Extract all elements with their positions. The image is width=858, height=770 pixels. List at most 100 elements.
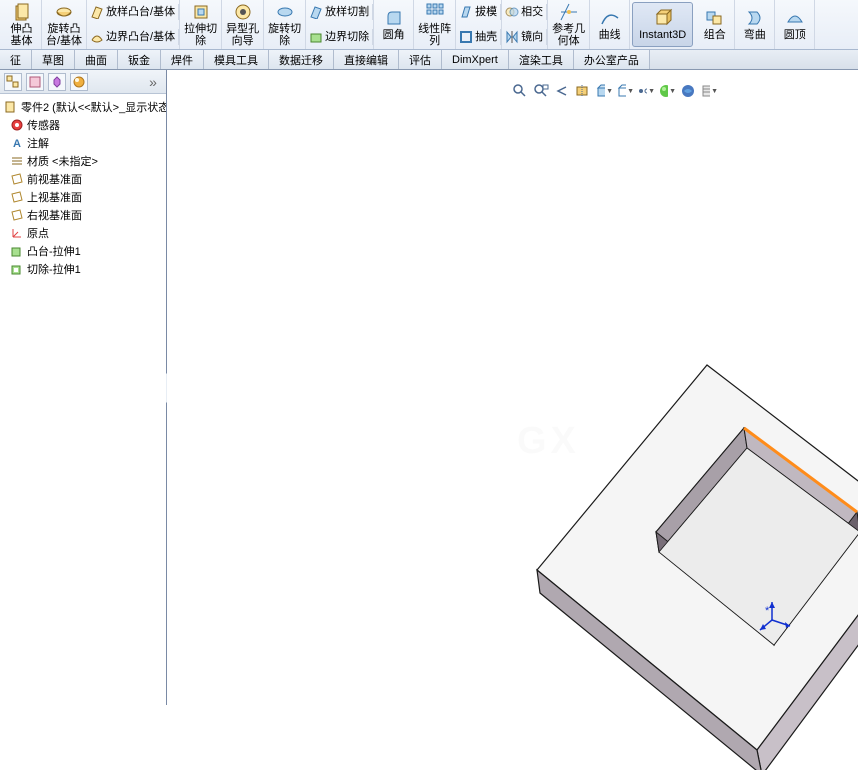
sensor-icon: [10, 118, 24, 132]
intersect-button[interactable]: 相交: [502, 4, 547, 20]
dispstyle-icon: [616, 83, 626, 99]
flex-button[interactable]: 弯曲: [735, 0, 775, 49]
instant3d-button[interactable]: Instant3D: [632, 2, 693, 47]
tree-node-material[interactable]: 材质 <未指定>: [2, 152, 164, 170]
tree-node-sensors[interactable]: 传感器: [2, 116, 164, 134]
label: 前视基准面: [27, 171, 82, 187]
tree-root[interactable]: 零件2 (默认<<默认>_显示状态: [2, 98, 164, 116]
ribbon-col: 放样切割 边界切除: [306, 0, 374, 49]
tree-node-origin[interactable]: 原点: [2, 224, 164, 242]
boundary-boss-button[interactable]: 边界凸台/基体: [87, 29, 179, 45]
boundary-icon: [90, 30, 104, 44]
material-icon: [10, 154, 24, 168]
label: 零件2 (默认<<默认>_显示状态: [21, 99, 166, 115]
zoomfit-icon: [512, 83, 528, 99]
label: 何体: [558, 35, 580, 47]
label: 凸台-拉伸1: [27, 243, 81, 259]
label: 边界凸台/基体: [106, 31, 175, 43]
label: 圆顶: [784, 29, 806, 41]
tab-evaluate[interactable]: 评估: [399, 50, 442, 69]
ribbon-toolbar: 伸凸 基体 旋转凸 台/基体 放样凸台/基体 边界凸台/基体 拉伸切 除 异型孔…: [0, 0, 858, 50]
tree-node-front-plane[interactable]: 前视基准面: [2, 170, 164, 188]
label: 传感器: [27, 117, 60, 133]
zoom-area-button[interactable]: [532, 82, 550, 100]
tree-icon: [6, 75, 20, 89]
tab-dimxpert[interactable]: DimXpert: [442, 50, 509, 69]
tab-datamigration[interactable]: 数据迁移: [269, 50, 334, 69]
prev-view-button[interactable]: [553, 82, 571, 100]
mirror-button[interactable]: 镜向: [502, 29, 547, 45]
tree-node-right-plane[interactable]: 右视基准面: [2, 206, 164, 224]
revolve-boss-button[interactable]: 旋转凸 台/基体: [42, 0, 87, 49]
label: 异型孔: [226, 23, 259, 35]
zoomarea-icon: [533, 83, 549, 99]
expand-button[interactable]: »: [144, 73, 162, 91]
tree-node-cut-extrude[interactable]: 切除-拉伸1: [2, 260, 164, 278]
flex-icon: [745, 8, 765, 28]
settings-icon: [700, 83, 710, 99]
tab-sheetmetal[interactable]: 钣金: [118, 50, 161, 69]
linear-pattern-button[interactable]: 线性阵 列: [414, 0, 456, 49]
dome-button[interactable]: 圆顶: [775, 0, 815, 49]
loft-boss-button[interactable]: 放样凸台/基体: [87, 4, 179, 20]
label: 相交: [521, 6, 543, 18]
ribbon-col: 拔模 抽壳: [456, 0, 502, 49]
curves-button[interactable]: 曲线: [590, 0, 630, 49]
refgeo-icon: [559, 2, 579, 22]
extrude-icon: [10, 244, 24, 258]
view-orient-button[interactable]: ▼: [595, 82, 613, 100]
property-tab[interactable]: [26, 73, 44, 91]
tab-render[interactable]: 渲染工具: [509, 50, 574, 69]
appearance-tab[interactable]: [70, 73, 88, 91]
dropdown-icon: ▼: [669, 88, 676, 95]
zoom-fit-button[interactable]: [511, 82, 529, 100]
instant3d-icon: [653, 8, 673, 28]
plane-icon: [10, 172, 24, 186]
tab-sketch[interactable]: 草图: [32, 50, 75, 69]
origin-icon: [10, 226, 24, 240]
label: 除: [195, 35, 206, 47]
tree-node-annotations[interactable]: A注解: [2, 134, 164, 152]
tab-moldtools[interactable]: 模具工具: [204, 50, 269, 69]
boundary-cut-button[interactable]: 边界切除: [306, 29, 373, 45]
part-icon: [4, 100, 18, 114]
hole-wizard-button[interactable]: 异型孔 向导: [222, 0, 264, 49]
graphics-viewport[interactable]: ▼ ▼ ▼ ▼ ▼: [167, 70, 858, 705]
label: 旋转切: [268, 23, 301, 35]
feature-tree: 零件2 (默认<<默认>_显示状态 传感器 A注解 材质 <未指定> 前视基准面…: [0, 94, 166, 705]
tab-features[interactable]: 征: [0, 50, 32, 69]
ref-geometry-button[interactable]: 参考几 何体: [548, 0, 590, 49]
draft-button[interactable]: 拔模: [456, 4, 501, 20]
tab-weldments[interactable]: 焊件: [161, 50, 204, 69]
model-3d[interactable]: [367, 270, 858, 770]
display-style-button[interactable]: ▼: [616, 82, 634, 100]
tab-office[interactable]: 办公室产品: [574, 50, 650, 69]
label: 材质 <未指定>: [27, 153, 98, 169]
tab-surfaces[interactable]: 曲面: [75, 50, 118, 69]
shell-button[interactable]: 抽壳: [456, 29, 501, 45]
tree-node-top-plane[interactable]: 上视基准面: [2, 188, 164, 206]
hide-show-button[interactable]: ▼: [637, 82, 655, 100]
appearance-button[interactable]: ▼: [658, 82, 676, 100]
plane-icon: [10, 208, 24, 222]
extrude-cut-button[interactable]: 拉伸切 除: [180, 0, 222, 49]
view-toolbar: ▼ ▼ ▼ ▼ ▼: [511, 82, 718, 100]
scene-button[interactable]: [679, 82, 697, 100]
prop-icon: [28, 75, 42, 89]
prevview-icon: [554, 83, 570, 99]
fillet-button[interactable]: 圆角: [374, 0, 414, 49]
label: 切除-拉伸1: [27, 261, 81, 277]
view-settings-button[interactable]: ▼: [700, 82, 718, 100]
section-view-button[interactable]: [574, 82, 592, 100]
orient-icon: [595, 83, 605, 99]
combine-button[interactable]: 组合: [695, 0, 735, 49]
pattern-icon: [425, 2, 445, 22]
tab-directedit[interactable]: 直接编辑: [334, 50, 399, 69]
extrude-boss-button[interactable]: 伸凸 基体: [2, 0, 42, 49]
config-tab[interactable]: [48, 73, 66, 91]
tree-node-boss-extrude[interactable]: 凸台-拉伸1: [2, 242, 164, 260]
tree-tab[interactable]: [4, 73, 22, 91]
loft-cut-button[interactable]: 放样切割: [306, 4, 373, 20]
revolve-cut-button[interactable]: 旋转切 除: [264, 0, 306, 49]
dropdown-icon: ▼: [648, 88, 655, 95]
